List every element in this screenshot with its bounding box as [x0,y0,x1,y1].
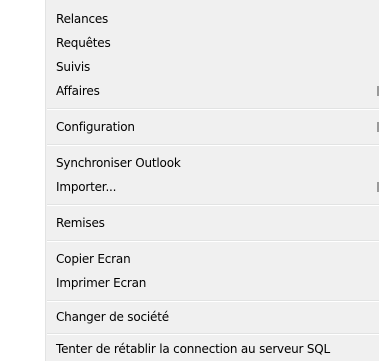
menu-item-changer-societe[interactable]: Changer de société [45,306,379,328]
menu-item-label: Copier Ecran [56,252,131,266]
menu-item-configuration[interactable]: Configuration [45,116,379,138]
menu-item-label: Imprimer Ecran [56,276,147,290]
menu-item-retablir-connexion-sql[interactable]: Tenter de rétablir la connection au serv… [45,338,379,360]
submenu-arrow-icon [377,86,379,96]
menu-item-remises[interactable]: Remises [45,212,379,234]
menu-icon-gutter [0,0,45,361]
menu-item-label: Relances [56,12,109,26]
menu-item-relances[interactable]: Relances [45,8,379,30]
submenu-arrow-icon [377,122,379,132]
menu-separator [45,204,379,206]
menu-item-label: Configuration [56,120,135,134]
menu-separator [45,333,379,335]
menu-item-label: Synchroniser Outlook [56,156,181,170]
context-menu: Relances Requêtes Suivis Affaires Config… [0,0,381,361]
menu-item-label: Changer de société [56,310,169,324]
menu-item-copier-ecran[interactable]: Copier Ecran [45,248,379,270]
submenu-arrow-icon [377,182,379,192]
menu-separator [45,144,379,146]
menu-item-requetes[interactable]: Requêtes [45,32,379,54]
menu-item-label: Importer... [56,180,117,194]
menu-item-suivis[interactable]: Suivis [45,56,379,78]
menu-item-label: Affaires [56,84,100,98]
menu-item-label: Tenter de rétablir la connection au serv… [56,342,331,356]
menu-item-affaires[interactable]: Affaires [45,80,379,102]
menu-item-synchroniser-outlook[interactable]: Synchroniser Outlook [45,152,379,174]
menu-item-label: Remises [56,216,105,230]
menu-item-imprimer-ecran[interactable]: Imprimer Ecran [45,272,379,294]
menu-separator [45,300,379,302]
menu-separator [45,108,379,110]
menu-item-importer[interactable]: Importer... [45,176,379,198]
menu-item-label: Suivis [56,60,91,74]
menu-separator [45,240,379,242]
menu-item-label: Requêtes [56,36,111,50]
